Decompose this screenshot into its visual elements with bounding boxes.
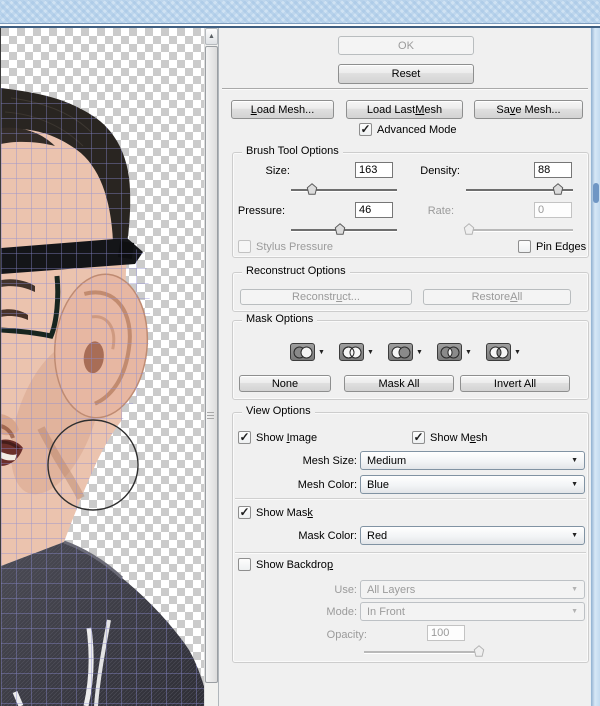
pressure-label: Pressure: (237, 205, 285, 217)
group-title: Mask Options (242, 313, 318, 325)
preview-image (0, 28, 204, 706)
invert-all-button[interactable]: Invert All (460, 375, 570, 392)
mode-value: In Front (367, 605, 405, 618)
restore-all-button[interactable]: Restore All (423, 289, 571, 305)
reconstruct-button[interactable]: Reconstr u ct... (240, 289, 412, 305)
mesh-size-dropdown[interactable]: Medium ▼ (360, 451, 585, 470)
view-divider (235, 498, 586, 499)
checkbox-box[interactable] (238, 558, 251, 571)
window-edge-accent (593, 183, 599, 203)
load-mesh-button[interactable]: Load Mesh... (231, 100, 334, 119)
view-divider (235, 552, 586, 553)
liquify-preview-canvas[interactable] (0, 28, 204, 706)
stylus-pressure-label: Stylus Pressure (256, 240, 334, 253)
chevron-down-icon[interactable]: ▼ (367, 349, 374, 356)
show-mask-checkbox[interactable]: ✓ Show Mask (238, 506, 313, 519)
mesh-size-label: Mesh Size: (302, 455, 357, 467)
mask-color-dropdown[interactable]: Red ▼ (360, 526, 585, 545)
show-image-label: Show Image (256, 431, 318, 444)
chevron-down-icon[interactable]: ▼ (318, 349, 325, 356)
mesh-color-dropdown[interactable]: Blue ▼ (360, 475, 585, 494)
show-mesh-checkbox[interactable]: ✓ Show Mesh (412, 431, 488, 444)
show-backdrop-checkbox[interactable]: Show Backdrop (238, 558, 333, 571)
chevron-down-icon: ▼ (571, 481, 578, 488)
mask-color-value: Red (367, 529, 388, 542)
window-right-edge (590, 28, 600, 706)
mode-label: Mode: (326, 606, 357, 618)
density-input[interactable] (534, 162, 572, 178)
opacity-label: Opacity: (326, 629, 367, 641)
subtract-from-selection-icon[interactable] (388, 343, 413, 361)
mesh-color-label: Mesh Color: (297, 479, 357, 491)
checkbox-box[interactable]: ✓ (359, 123, 372, 136)
checkbox-box[interactable]: ✓ (238, 431, 251, 444)
scrollbar-thumb[interactable] (205, 46, 218, 683)
show-image-checkbox[interactable]: ✓ Show Image (238, 431, 317, 444)
pressure-slider[interactable] (291, 223, 397, 238)
group-title: View Options (242, 405, 315, 417)
load-last-mesh-button[interactable]: Load Last Mesh (346, 100, 463, 119)
intersect-with-selection-icon[interactable] (437, 343, 462, 361)
show-backdrop-label: Show Backdrop (256, 558, 334, 571)
chevron-down-icon: ▼ (571, 532, 578, 539)
checkbox-box (238, 240, 251, 253)
save-mesh-button[interactable]: Sa v e Mesh... (474, 100, 583, 119)
window-titlebar (0, 0, 600, 23)
view-options-group: View Options ✓ Show Image ✓ Show Mesh Me… (232, 405, 589, 663)
add-to-selection-icon[interactable] (339, 343, 364, 361)
advanced-mode-label: Advanced Mode (377, 123, 457, 136)
density-label: Density: (420, 165, 460, 177)
mesh-color-value: Blue (367, 478, 390, 491)
show-mask-label: Show Mask (256, 506, 313, 519)
liquify-dialog: ▲ OK Reset Load Mesh... Load Last Mesh S… (0, 0, 600, 706)
show-mesh-label: Show Mesh (430, 431, 488, 444)
chevron-down-icon: ▼ (571, 457, 578, 464)
brush-tool-options-group: Brush Tool Options Size: Density: Pressu… (232, 145, 589, 258)
scrollbar-grip (207, 412, 214, 419)
checkbox-box[interactable]: ✓ (238, 506, 251, 519)
use-value: All Layers (367, 583, 416, 596)
group-title: Brush Tool Options (242, 145, 343, 157)
opacity-slider (364, 645, 485, 660)
preview-vertical-scrollbar[interactable]: ▲ (204, 28, 218, 706)
mesh-size-value: Medium (367, 454, 407, 467)
section-divider (222, 88, 588, 89)
chevron-down-icon: ▼ (571, 608, 578, 615)
density-slider[interactable] (466, 183, 573, 198)
opacity-input (427, 625, 465, 641)
none-button[interactable]: None (239, 375, 331, 392)
replace-selection-icon[interactable] (290, 343, 315, 361)
ok-button[interactable]: OK (338, 36, 474, 55)
reconstruct-options-group: Reconstruct Options Reconstr u ct... Resto… (232, 265, 589, 312)
use-label: Use: (334, 584, 357, 596)
reset-button[interactable]: Reset (338, 64, 474, 84)
stylus-pressure-checkbox: Stylus Pressure (238, 240, 333, 253)
pin-edges-label: Pin Edges (536, 240, 587, 253)
scroll-up-icon[interactable]: ▲ (205, 28, 218, 45)
mode-dropdown: In Front ▼ (360, 602, 585, 621)
use-dropdown: All Layers ▼ (360, 580, 585, 599)
mask-options-group: Mask Options ▼ ▼ ▼ ▼ ▼ None Mask All Inv… (232, 313, 589, 400)
rate-slider (463, 223, 573, 238)
checkbox-box[interactable] (518, 240, 531, 253)
size-label: Size: (265, 165, 290, 177)
invert-selection-icon[interactable] (486, 343, 511, 361)
checkbox-box[interactable]: ✓ (412, 431, 425, 444)
size-slider[interactable] (291, 183, 397, 198)
group-title: Reconstruct Options (242, 265, 350, 277)
mask-color-label: Mask Color: (298, 530, 357, 542)
rate-label: Rate: (427, 205, 454, 217)
liquify-options-panel: OK Reset Load Mesh... Load Last Mesh Sa v… (218, 28, 590, 706)
chevron-down-icon[interactable]: ▼ (465, 349, 472, 356)
chevron-down-icon[interactable]: ▼ (416, 349, 423, 356)
pin-edges-checkbox[interactable]: Pin Edges (518, 240, 586, 253)
advanced-mode-checkbox[interactable]: ✓ Advanced Mode (359, 123, 457, 136)
chevron-down-icon: ▼ (571, 586, 578, 593)
chevron-down-icon[interactable]: ▼ (514, 349, 521, 356)
mask-all-button[interactable]: Mask All (344, 375, 454, 392)
rate-input (534, 202, 572, 218)
